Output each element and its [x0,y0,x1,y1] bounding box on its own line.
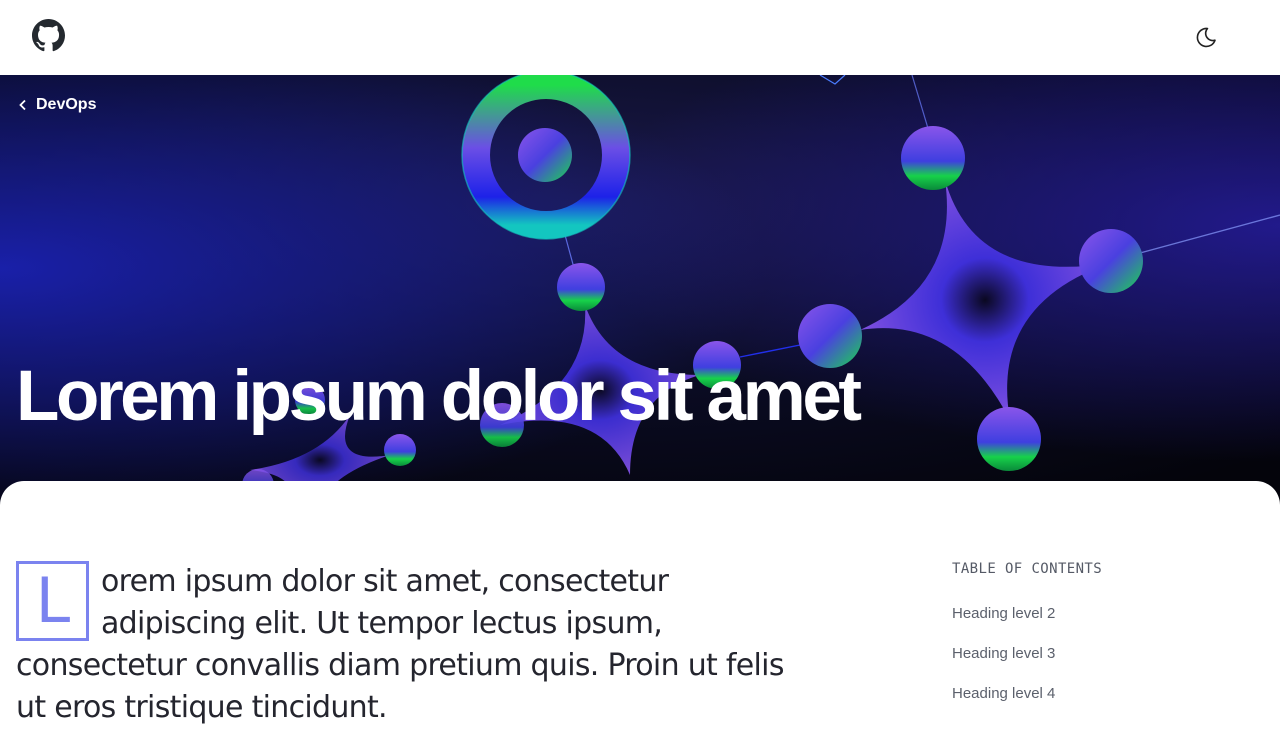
hero-illustration [0,75,1280,505]
article-content: Lorem ipsum dolor sit amet, consectetur … [0,481,1280,725]
page-title: Lorem ipsum dolor sit amet [16,357,862,436]
toc-item: Heading level 2 [952,605,1252,645]
moon-icon [1196,27,1216,48]
back-to-category-link[interactable]: DevOps [18,96,96,114]
toc-list: Heading level 2 Heading level 3 Heading … [952,605,1252,725]
github-link[interactable] [32,19,65,52]
toc-link-heading-3[interactable]: Heading level 3 [952,645,1055,662]
theme-toggle-button[interactable] [1192,23,1220,51]
toc-link-heading-4[interactable]: Heading level 4 [952,685,1055,702]
toc-item: Heading level 3 [952,645,1252,685]
site-header [0,0,1280,75]
toc-link-heading-2[interactable]: Heading level 2 [952,605,1055,622]
toc-title: TABLE OF CONTENTS [952,561,1103,577]
hero-banner: DevOps Lorem ipsum dolor sit amet [0,75,1280,505]
lead-text: orem ipsum dolor sit amet, consectetur a… [16,564,784,725]
article-lead-paragraph: Lorem ipsum dolor sit amet, consectetur … [16,561,816,729]
toc-item: Heading level 4 [952,685,1252,725]
github-icon [32,19,65,52]
table-of-contents: TABLE OF CONTENTS Heading level 2 Headin… [952,561,1252,725]
chevron-left-icon [19,99,26,111]
back-link-label: DevOps [36,96,97,113]
drop-cap: L [16,561,89,641]
